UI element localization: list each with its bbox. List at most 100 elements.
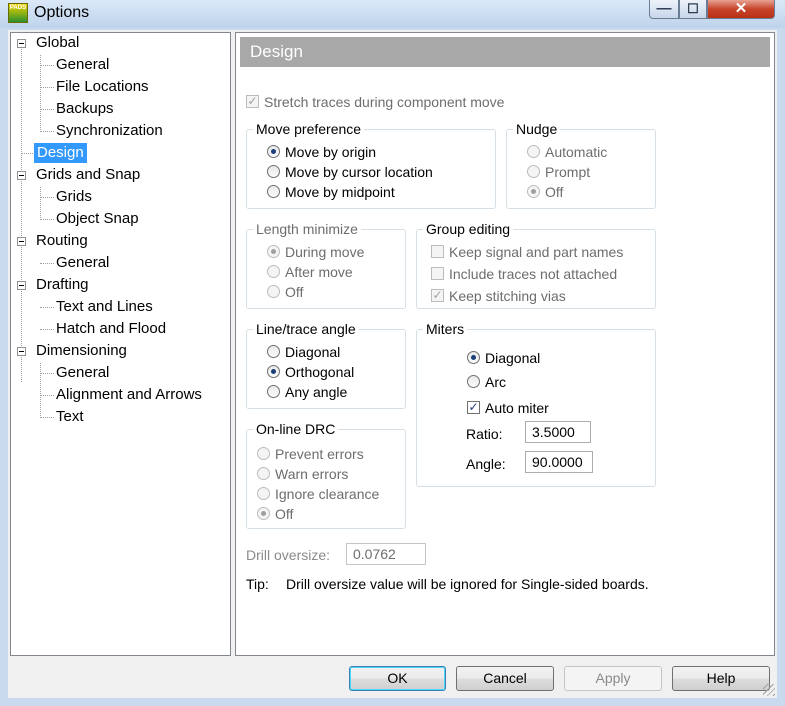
options-tree[interactable]: Global General File Locations Backups Sy… xyxy=(10,32,231,656)
maximize-button[interactable]: ☐ xyxy=(679,0,707,19)
nudge-title: Nudge xyxy=(513,121,561,137)
options-window: PADS Options — ☐ ✕ Global General File L… xyxy=(0,0,785,706)
miters-group: Miters Diagonal Arc ✓ Auto miter Ratio: 3… xyxy=(416,321,656,487)
tree-item-hatch-and-flood[interactable]: Hatch and Flood xyxy=(55,319,167,339)
angle-input[interactable]: 90.0000 xyxy=(525,451,593,473)
radio-label: During move xyxy=(285,244,365,260)
minimize-button[interactable]: — xyxy=(649,0,679,19)
tree-item-grids[interactable]: Grids xyxy=(55,187,93,207)
radio-label: After move xyxy=(285,264,353,280)
design-panel: Design ✓ Stretch traces during component… xyxy=(235,32,775,656)
maximize-icon: ☐ xyxy=(687,1,699,16)
tree-item-drafting[interactable]: Drafting xyxy=(36,275,89,295)
move-preference-title: Move preference xyxy=(253,121,365,137)
ratio-input[interactable]: 3.5000 xyxy=(525,421,591,443)
panel-title: Design xyxy=(240,37,770,67)
app-icon: PADS xyxy=(8,3,28,23)
tree-item-global[interactable]: Global xyxy=(36,33,79,53)
radio-label: Warn errors xyxy=(275,466,349,482)
tree-item-object-snap[interactable]: Object Snap xyxy=(55,209,140,229)
radio-label: Automatic xyxy=(545,144,608,160)
tree-item-global-general[interactable]: General xyxy=(55,55,110,75)
resize-grip[interactable] xyxy=(763,684,775,696)
radio-icon xyxy=(267,245,280,258)
minimize-icon: — xyxy=(656,0,672,17)
tree-item-text[interactable]: Text xyxy=(55,407,85,427)
radio-icon xyxy=(527,185,540,198)
radio-label: Ignore clearance xyxy=(275,486,380,502)
checkbox-icon: ✓ xyxy=(246,94,259,108)
radio-label: Prevent errors xyxy=(275,446,364,462)
help-button[interactable]: Help xyxy=(672,666,770,691)
line-trace-angle-group: Line/trace angle Diagonal Orthogonal Any… xyxy=(246,321,406,409)
radio-icon xyxy=(257,507,270,520)
tip-label: Tip: xyxy=(246,576,269,592)
radio-icon xyxy=(257,487,270,500)
radio-icon xyxy=(267,345,280,358)
radio-icon xyxy=(467,375,480,388)
angle-label: Angle: xyxy=(466,456,506,472)
collapse-icon[interactable] xyxy=(17,347,26,356)
length-minimize-group: Length minimize During move After move O… xyxy=(246,221,406,309)
tree-line xyxy=(40,263,54,264)
checkbox-icon: ✓ xyxy=(467,400,480,414)
radio-label: Arc xyxy=(485,374,506,390)
collapse-icon[interactable] xyxy=(17,281,26,290)
radio-label: Any angle xyxy=(285,384,348,400)
radio-icon xyxy=(267,285,280,298)
radio-label: Diagonal xyxy=(485,350,541,366)
drill-oversize-label: Drill oversize: xyxy=(246,547,331,563)
tree-line xyxy=(40,55,41,132)
radio-icon xyxy=(257,447,270,460)
radio-icon xyxy=(267,365,280,378)
tree-item-alignment-and-arrows[interactable]: Alignment and Arrows xyxy=(55,385,203,405)
radio-icon xyxy=(267,165,280,178)
apply-button[interactable]: Apply xyxy=(564,666,662,691)
tree-line xyxy=(40,363,41,418)
tree-item-synchronization[interactable]: Synchronization xyxy=(55,121,164,141)
cancel-button[interactable]: Cancel xyxy=(456,666,554,691)
ok-button[interactable]: OK xyxy=(349,666,446,691)
tree-line xyxy=(40,307,54,308)
stretch-traces-label: Stretch traces during component move xyxy=(264,94,505,110)
radio-icon xyxy=(257,467,270,480)
radio-label: Move by origin xyxy=(285,144,377,160)
dialog-client: Global General File Locations Backups Sy… xyxy=(8,30,777,698)
tree-item-dimensioning[interactable]: Dimensioning xyxy=(36,341,127,361)
tree-item-file-locations[interactable]: File Locations xyxy=(55,77,150,97)
tree-item-grids-and-snap[interactable]: Grids and Snap xyxy=(36,165,140,185)
drill-oversize-input[interactable]: 0.0762 xyxy=(346,543,426,565)
radio-label: Prompt xyxy=(545,164,591,180)
tree-item-routing[interactable]: Routing xyxy=(36,231,88,251)
tree-item-backups[interactable]: Backups xyxy=(55,99,115,119)
tree-item-dimensioning-general[interactable]: General xyxy=(55,363,110,383)
tree-line xyxy=(40,65,54,66)
checkbox-icon xyxy=(431,267,444,280)
collapse-icon[interactable] xyxy=(17,237,26,246)
tree-item-routing-general[interactable]: General xyxy=(55,253,110,273)
group-editing-group: Group editing Keep signal and part names… xyxy=(416,221,656,309)
collapse-icon[interactable] xyxy=(17,39,26,48)
tree-line xyxy=(40,395,54,396)
tree-item-text-and-lines[interactable]: Text and Lines xyxy=(55,297,154,317)
move-preference-group: Move preference Move by origin Move by c… xyxy=(246,121,496,209)
tree-line xyxy=(40,187,41,220)
window-title: Options xyxy=(34,4,90,21)
tree-item-design[interactable]: Design xyxy=(34,143,87,163)
close-icon: ✕ xyxy=(734,0,748,17)
tree-line xyxy=(40,197,54,198)
tree-line xyxy=(40,417,54,418)
radio-icon xyxy=(267,185,280,198)
checkbox-label: Keep signal and part names xyxy=(449,244,624,260)
radio-label: Off xyxy=(275,506,294,522)
collapse-icon[interactable] xyxy=(17,171,26,180)
radio-icon xyxy=(267,385,280,398)
radio-icon xyxy=(267,145,280,158)
radio-icon xyxy=(527,165,540,178)
app-icon-text: PADS xyxy=(9,5,27,11)
title-bar[interactable]: PADS Options — ☐ ✕ xyxy=(0,0,785,28)
tree-line xyxy=(40,373,54,374)
checkbox-label: Include traces not attached xyxy=(449,266,618,282)
close-button[interactable]: ✕ xyxy=(707,0,775,19)
checkbox-label: Auto miter xyxy=(485,400,549,416)
